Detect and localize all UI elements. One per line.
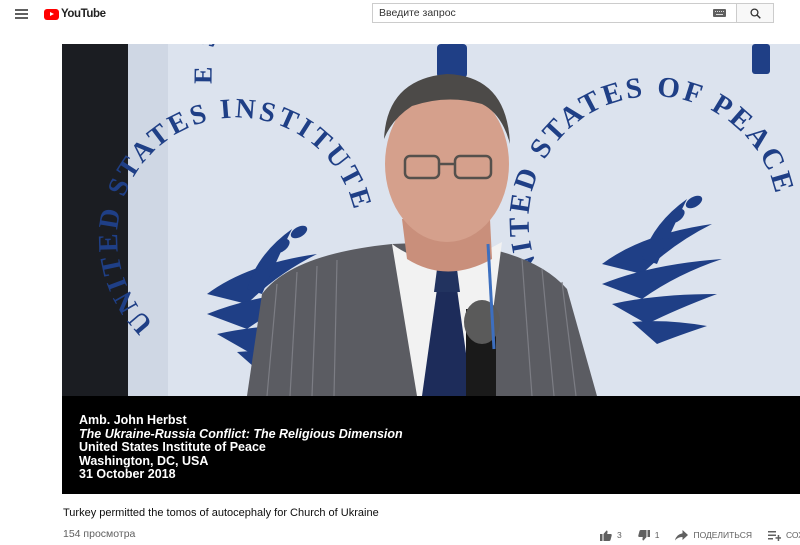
search-box xyxy=(372,3,736,23)
search-icon xyxy=(750,8,761,19)
organization: United States Institute of Peace xyxy=(79,440,266,455)
thumbs-up-icon xyxy=(600,530,612,541)
like-button[interactable]: 3 xyxy=(600,530,622,541)
like-count: 3 xyxy=(617,530,622,540)
keyboard-icon[interactable] xyxy=(713,9,726,17)
share-icon xyxy=(675,529,689,540)
logo-text: YouTube xyxy=(61,8,106,20)
dislike-count: 1 xyxy=(654,530,660,540)
youtube-play-icon xyxy=(44,8,59,20)
dislike-button[interactable]: 1 xyxy=(637,529,660,541)
playlist-add-icon xyxy=(767,530,781,541)
masthead: YouTube xyxy=(0,0,800,28)
event-title: The Ukraine-Russia Conflict: The Religio… xyxy=(79,426,403,441)
share-button[interactable]: ПОДЕЛИТЬСЯ xyxy=(675,529,752,541)
speaker-name: Amb. John Herbst xyxy=(79,413,187,427)
action-bar: 3 1 ПОДЕЛИТЬСЯ СОХР xyxy=(600,528,800,542)
event-date: 31 October 2018 xyxy=(79,467,176,482)
hamburger-menu-icon[interactable] xyxy=(14,6,30,22)
search-button[interactable] xyxy=(736,3,774,23)
share-label: ПОДЕЛИТЬСЯ xyxy=(693,530,752,540)
location: Washington, DC, USA xyxy=(79,453,209,468)
thumbs-down-icon xyxy=(637,529,650,540)
youtube-logo[interactable]: YouTube xyxy=(44,6,106,22)
search-input[interactable] xyxy=(373,4,703,22)
save-label: СОХР xyxy=(785,530,800,540)
video-title: Turkey permitted the tomos of autocephal… xyxy=(63,507,379,519)
save-button[interactable]: СОХР xyxy=(767,530,800,541)
video-overlay-caption: Amb. John Herbst The Ukraine-Russia Conf… xyxy=(79,413,403,482)
backdrop-shade xyxy=(128,44,168,396)
video-player[interactable]: E S T I T U T E O F P E A C E UNITED STA… xyxy=(62,44,800,494)
view-count: 154 просмотра xyxy=(63,528,136,540)
